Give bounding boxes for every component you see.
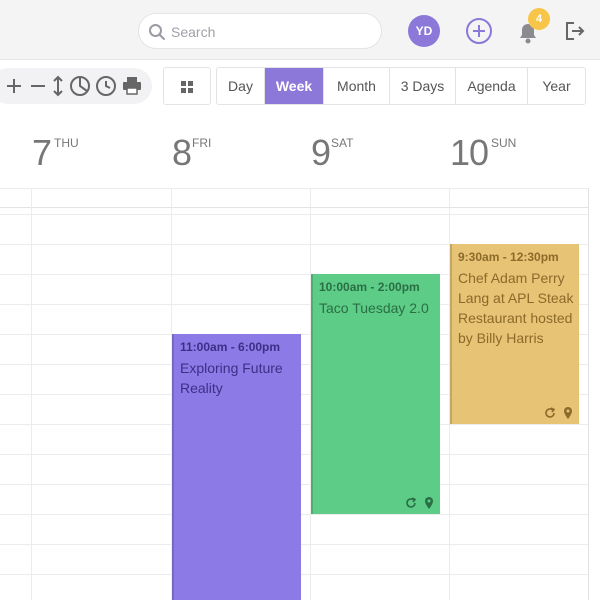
grid-border bbox=[588, 188, 589, 600]
day-of-week: SAT bbox=[331, 136, 354, 150]
search-icon bbox=[149, 24, 165, 40]
repeat-icon bbox=[545, 407, 556, 418]
calendar-tools bbox=[0, 68, 152, 104]
day-of-week: SUN bbox=[491, 136, 517, 150]
event-card[interactable]: 11:00am - 6:00pm Exploring Future Realit… bbox=[172, 334, 301, 600]
grid-line bbox=[0, 207, 588, 208]
day-of-week: THU bbox=[54, 136, 79, 150]
pie-chart-icon[interactable] bbox=[68, 74, 92, 98]
zoom-in-icon[interactable] bbox=[2, 74, 26, 98]
event-time: 10:00am - 2:00pm bbox=[319, 280, 420, 294]
view-month-tab[interactable]: Month bbox=[324, 68, 390, 104]
view-agenda-tab[interactable]: Agenda bbox=[456, 68, 528, 104]
view-week-tab[interactable]: Week bbox=[265, 68, 324, 104]
avatar[interactable]: YD bbox=[408, 15, 440, 47]
grid-icon bbox=[181, 81, 193, 93]
event-time: 11:00am - 6:00pm bbox=[180, 340, 281, 354]
logout-icon[interactable] bbox=[562, 19, 586, 43]
grid-line bbox=[0, 214, 588, 215]
search-input[interactable] bbox=[171, 21, 371, 43]
day-header-sat[interactable]: 9 SAT bbox=[311, 132, 431, 173]
day-number: 10 bbox=[450, 132, 489, 173]
repeat-icon bbox=[406, 497, 417, 508]
view-3days-tab[interactable]: 3 Days bbox=[390, 68, 456, 104]
event-card[interactable]: 9:30am - 12:30pm Chef Adam Perry Lang at… bbox=[450, 244, 579, 424]
search-box[interactable] bbox=[138, 13, 382, 49]
event-card[interactable]: 10:00am - 2:00pm Taco Tuesday 2.0 bbox=[311, 274, 440, 514]
add-event-icon[interactable] bbox=[465, 17, 493, 45]
view-year-tab[interactable]: Year bbox=[528, 68, 585, 104]
event-title: Chef Adam Perry Lang at APL Steak Restau… bbox=[458, 270, 574, 346]
day-header-sun[interactable]: 10 SUN bbox=[450, 132, 570, 173]
day-number: 9 bbox=[311, 132, 331, 173]
day-header-fri[interactable]: 8 FRI bbox=[172, 132, 292, 173]
location-pin-icon bbox=[425, 497, 433, 509]
event-time: 9:30am - 12:30pm bbox=[458, 250, 559, 264]
resize-vertical-icon[interactable] bbox=[46, 74, 70, 98]
view-day-tab[interactable]: Day bbox=[217, 68, 265, 104]
notification-badge: 4 bbox=[528, 8, 550, 30]
clock-icon[interactable] bbox=[94, 74, 118, 98]
day-number: 7 bbox=[32, 132, 52, 173]
grid-line bbox=[31, 188, 32, 600]
event-title: Exploring Future Reality bbox=[180, 360, 283, 396]
day-number: 8 bbox=[172, 132, 192, 173]
event-title: Taco Tuesday 2.0 bbox=[319, 300, 429, 316]
location-pin-icon bbox=[564, 407, 572, 419]
event-meta bbox=[543, 406, 573, 420]
grid-line bbox=[0, 188, 588, 189]
view-switcher: Day Week Month 3 Days Agenda Year bbox=[216, 67, 586, 105]
grid-view-button[interactable] bbox=[163, 67, 211, 105]
day-of-week: FRI bbox=[192, 136, 212, 150]
top-bar: YD 4 bbox=[0, 0, 600, 60]
print-icon[interactable] bbox=[120, 74, 144, 98]
event-meta bbox=[404, 496, 434, 510]
day-header-thu[interactable]: 7 THU bbox=[32, 132, 152, 173]
